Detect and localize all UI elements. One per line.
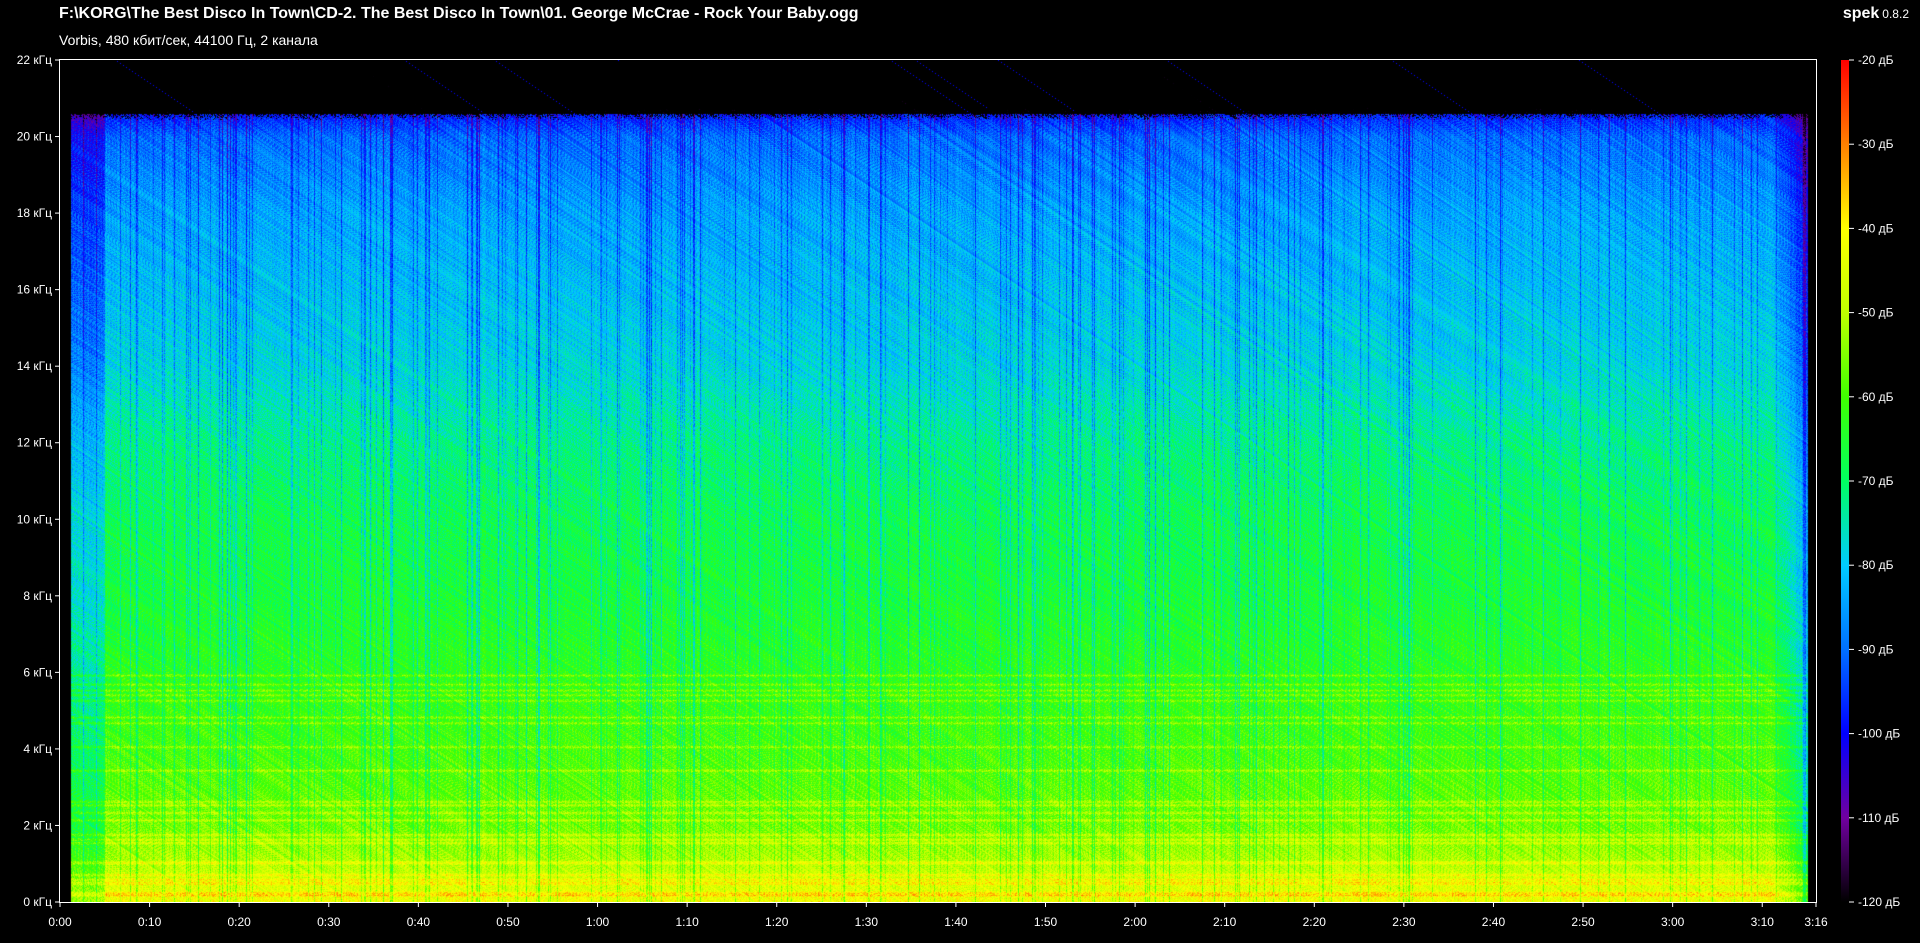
x-tick-label: 1:00 [586, 915, 610, 929]
colorbar-tick-label: -60 дБ [1858, 390, 1894, 404]
colorbar-tick-label: -110 дБ [1858, 811, 1899, 825]
x-tick-label: 0:00 [48, 915, 72, 929]
y-tick-label: 10 кГц [17, 512, 52, 526]
colorbar-tick-label: -20 дБ [1858, 53, 1894, 67]
colorbar-scale [1841, 60, 1849, 902]
x-tick-label: 1:30 [855, 915, 879, 929]
x-tick-label: 0:40 [407, 915, 431, 929]
x-tick-label: 2:40 [1482, 915, 1506, 929]
x-tick-label: 2:50 [1571, 915, 1595, 929]
x-tick-label: 3:00 [1661, 915, 1685, 929]
colorbar-tick-label: -100 дБ [1858, 727, 1900, 741]
colorbar-tick-label: -50 дБ [1858, 306, 1894, 320]
y-tick-label: 6 кГц [23, 665, 52, 679]
x-tick-label: 0:10 [138, 915, 162, 929]
colorbar-tick-label: -70 дБ [1858, 474, 1894, 488]
y-tick-label: 14 кГц [17, 359, 52, 373]
x-tick-label: 1:10 [675, 915, 699, 929]
y-tick-label: 18 кГц [17, 206, 52, 220]
y-tick-label: 20 кГц [17, 130, 52, 144]
colorbar-tick-label: -90 дБ [1858, 642, 1894, 656]
y-tick-label: 12 кГц [17, 436, 52, 450]
colorbar: -20 дБ -30 дБ -40 дБ -50 дБ -60 дБ -70 дБ -80 … [1841, 53, 1900, 909]
colorbar-axis: -20 дБ -30 дБ -40 дБ -50 дБ -60 дБ -70 дБ -80 … [1849, 53, 1900, 909]
x-tick-label: 0:50 [496, 915, 520, 929]
x-tick-label: 3:10 [1751, 915, 1775, 929]
x-tick-label: 1:40 [944, 915, 968, 929]
y-tick-label: 0 кГц [23, 895, 52, 909]
x-axis: 0:00 0:10 0:20 0:30 0:40 0:50 1:00 1:10 1:20 1:30… [48, 902, 1828, 929]
x-tick-label: 2:20 [1303, 915, 1327, 929]
x-tick-label: 2:30 [1392, 915, 1416, 929]
x-tick-label: 0:20 [228, 915, 252, 929]
spectrogram-chart: 0:00 0:10 0:20 0:30 0:40 0:50 1:00 1:10 1:20 1:30… [17, 53, 1901, 929]
y-axis: 0 кГц 2 кГц 4 кГц 6 кГц 8 кГц 10 кГц 12 кГц 14 … [17, 53, 60, 909]
colorbar-tick-label: -120 дБ [1858, 895, 1900, 909]
spectrogram-heatmap [60, 60, 1816, 902]
y-tick-label: 4 кГц [23, 742, 52, 756]
x-tick-label: 3:16 [1804, 915, 1828, 929]
y-tick-label: 22 кГц [17, 53, 52, 67]
x-tick-label: 1:50 [1034, 915, 1058, 929]
y-tick-label: 8 кГц [23, 589, 52, 603]
colorbar-tick-label: -30 дБ [1858, 137, 1894, 151]
x-tick-label: 2:10 [1213, 915, 1237, 929]
colorbar-tick-label: -40 дБ [1858, 221, 1894, 235]
colorbar-tick-label: -80 дБ [1858, 558, 1894, 572]
y-tick-label: 2 кГц [23, 818, 52, 832]
x-tick-label: 2:00 [1123, 915, 1147, 929]
x-tick-label: 1:20 [765, 915, 789, 929]
spectrogram-plot [59, 59, 1817, 903]
y-tick-label: 16 кГц [17, 283, 52, 297]
x-tick-label: 0:30 [317, 915, 341, 929]
